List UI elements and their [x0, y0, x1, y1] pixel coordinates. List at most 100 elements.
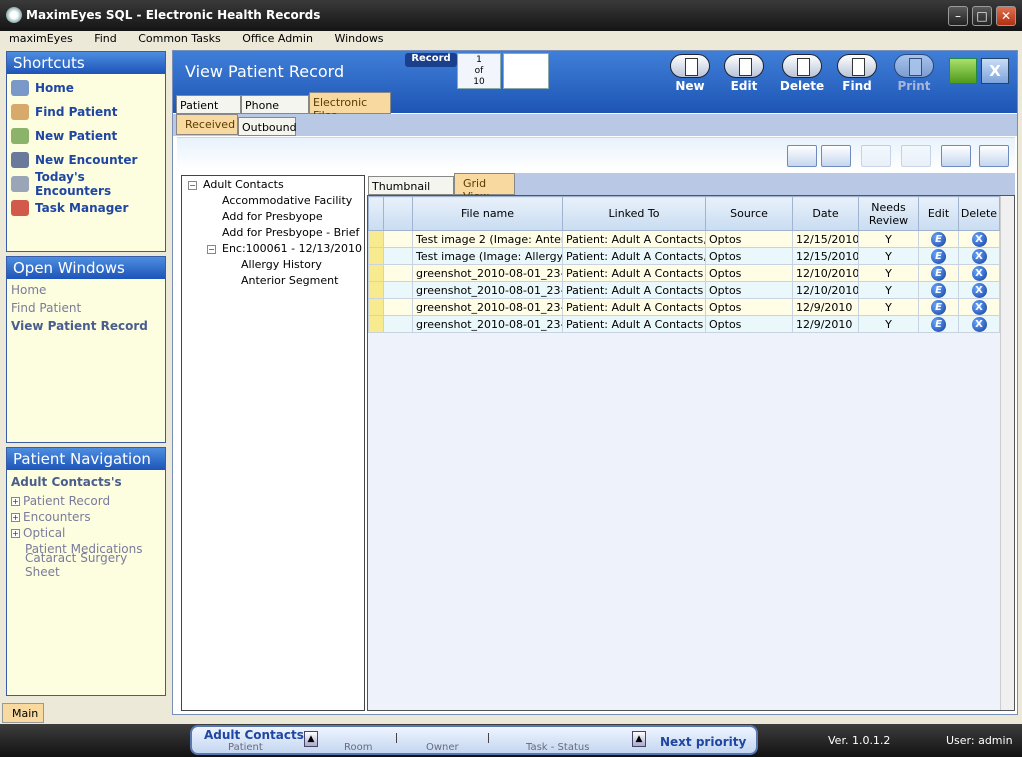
- column-header-edit[interactable]: Edit: [918, 196, 959, 231]
- edit-file-icon[interactable]: [861, 145, 891, 167]
- tab-patient-info[interactable]: Patient Info: [176, 95, 241, 125]
- table-row[interactable]: greenshot_2010-08-01_23- Patient: Adult …: [368, 281, 1000, 299]
- row-selector[interactable]: [368, 298, 384, 316]
- shortcut-new-patient[interactable]: New Patient: [7, 122, 165, 146]
- shortcut-find-patient[interactable]: Find Patient: [7, 98, 165, 122]
- close-window-button[interactable]: ✕: [996, 6, 1016, 26]
- collapse-icon[interactable]: −: [188, 181, 197, 190]
- table-row[interactable]: greenshot_2010-08-01_23- Patient: Adult …: [368, 315, 1000, 333]
- row-selector[interactable]: [368, 315, 384, 333]
- column-header-delete[interactable]: Delete: [958, 196, 1000, 231]
- close-record-button[interactable]: X: [981, 58, 1009, 84]
- column-header-source[interactable]: Source: [705, 196, 793, 231]
- row-selector[interactable]: [368, 264, 384, 282]
- delete-file-icon[interactable]: [901, 145, 931, 167]
- delete-cell[interactable]: X: [958, 298, 1000, 316]
- menu-windows[interactable]: Windows: [316, 31, 383, 45]
- patient-up-arrow-icon[interactable]: ▲: [304, 731, 318, 747]
- delete-row-icon[interactable]: X: [971, 316, 987, 332]
- edit-cell[interactable]: E: [918, 315, 959, 333]
- tree-node[interactable]: Accommodative Facility: [222, 194, 352, 207]
- nav-cataract-surgery-sheet[interactable]: Cataract Surgery Sheet: [7, 551, 165, 579]
- delete-cell[interactable]: X: [958, 230, 1000, 248]
- shortcut-task-manager[interactable]: Task Manager: [7, 194, 165, 218]
- delete-row-icon[interactable]: X: [971, 265, 987, 281]
- tree-node[interactable]: Add for Presbyope: [222, 210, 323, 223]
- delete-row-icon[interactable]: X: [971, 231, 987, 247]
- shortcut-todays-encounters[interactable]: Today's Encounters: [7, 170, 165, 198]
- expand-icon[interactable]: +: [11, 528, 20, 538]
- open-window-view-patient-record[interactable]: View Patient Record: [7, 318, 165, 336]
- table-row[interactable]: greenshot_2010-08-01_23- Patient: Adult …: [368, 264, 1000, 282]
- next-priority-button[interactable]: Next priority: [660, 735, 746, 749]
- edit-row-icon[interactable]: E: [931, 231, 946, 247]
- shortcut-home[interactable]: Home: [7, 74, 165, 98]
- row-selector[interactable]: [368, 281, 384, 299]
- collapse-icon[interactable]: −: [207, 245, 216, 254]
- delete-cell[interactable]: X: [958, 247, 1000, 265]
- edit-cell[interactable]: E: [918, 247, 959, 265]
- tab-grid-view[interactable]: Grid View: [454, 173, 515, 203]
- row-selector[interactable]: [368, 230, 384, 248]
- column-header-date[interactable]: Date: [792, 196, 859, 231]
- delete-cell[interactable]: X: [958, 281, 1000, 299]
- delete-cell[interactable]: X: [958, 264, 1000, 282]
- maximize-button[interactable]: □: [972, 6, 992, 26]
- edit-row-icon[interactable]: E: [931, 299, 946, 315]
- table-row[interactable]: Test image (Image: Allergy Patient: Adul…: [368, 247, 1000, 265]
- status-patient-name[interactable]: Adult Contacts: [204, 728, 304, 742]
- find-button[interactable]: Find: [832, 54, 882, 93]
- help-button[interactable]: [949, 58, 977, 84]
- open-window-find-patient[interactable]: Find Patient: [7, 300, 165, 318]
- nav-encounters[interactable]: + Encounters: [7, 509, 165, 525]
- edit-row-icon[interactable]: E: [931, 282, 946, 298]
- subtab-outbound[interactable]: Outbound: [238, 117, 297, 136]
- expand-icon[interactable]: +: [11, 512, 20, 522]
- column-header-file-name[interactable]: File name: [412, 196, 563, 231]
- delete-row-icon[interactable]: X: [971, 299, 987, 315]
- tab-phone-sheet[interactable]: Phone Sheet: [241, 95, 309, 125]
- nav-patient-record[interactable]: + Patient Record: [7, 493, 165, 509]
- column-header-linked-to[interactable]: Linked To: [562, 196, 706, 231]
- edit-button[interactable]: Edit: [719, 54, 769, 93]
- nav-optical[interactable]: + Optical: [7, 525, 165, 541]
- delete-row-icon[interactable]: X: [971, 248, 987, 264]
- tree-node[interactable]: Add for Presbyope - Brief: [222, 226, 359, 239]
- table-row[interactable]: greenshot_2010-08-01_23- Patient: Adult …: [368, 298, 1000, 316]
- priority-up-arrow-icon[interactable]: ▲: [632, 731, 646, 747]
- tab-main[interactable]: Main: [2, 703, 44, 723]
- new-button[interactable]: New: [665, 54, 715, 93]
- import-file-icon[interactable]: [787, 145, 817, 167]
- subtab-received[interactable]: Received: [176, 114, 238, 135]
- tree-encounter[interactable]: Enc:100061 - 12/13/2010: [222, 242, 362, 255]
- vertical-scrollbar[interactable]: [1000, 196, 1014, 710]
- expand-icon[interactable]: +: [11, 496, 20, 506]
- delete-row-icon[interactable]: X: [971, 282, 987, 298]
- edit-cell[interactable]: E: [918, 281, 959, 299]
- menu-common-tasks[interactable]: Common Tasks: [120, 31, 221, 45]
- tree-node[interactable]: Anterior Segment: [241, 274, 338, 287]
- menu-find[interactable]: Find: [76, 31, 117, 45]
- table-row[interactable]: Test image 2 (Image: Anteri Patient: Adu…: [368, 230, 1000, 248]
- edit-row-icon[interactable]: E: [931, 265, 946, 281]
- row-selector[interactable]: [368, 247, 384, 265]
- column-header-needs-review[interactable]: Needs Review: [858, 196, 919, 231]
- filter-icon[interactable]: [941, 145, 971, 167]
- print-button[interactable]: Print: [889, 54, 939, 93]
- tree-node[interactable]: Allergy History: [241, 258, 322, 271]
- delete-cell[interactable]: X: [958, 315, 1000, 333]
- tree-root[interactable]: Adult Contacts: [203, 178, 284, 191]
- edit-row-icon[interactable]: E: [931, 316, 946, 332]
- minimize-button[interactable]: –: [948, 6, 968, 26]
- delete-button[interactable]: Delete: [777, 54, 827, 93]
- clear-filter-icon[interactable]: [979, 145, 1009, 167]
- scan-file-icon[interactable]: [821, 145, 851, 167]
- edit-cell[interactable]: E: [918, 298, 959, 316]
- menu-maximeyes[interactable]: maximEyes: [0, 31, 73, 45]
- tab-electronic-files[interactable]: Electronic Files: [309, 92, 391, 122]
- tab-thumbnail-view[interactable]: Thumbnail View: [368, 176, 454, 206]
- edit-row-icon[interactable]: E: [931, 248, 946, 264]
- shortcut-new-encounter[interactable]: New Encounter: [7, 146, 165, 170]
- open-window-home[interactable]: Home: [7, 282, 165, 300]
- patient-name-label[interactable]: Adult Contacts's: [7, 470, 165, 493]
